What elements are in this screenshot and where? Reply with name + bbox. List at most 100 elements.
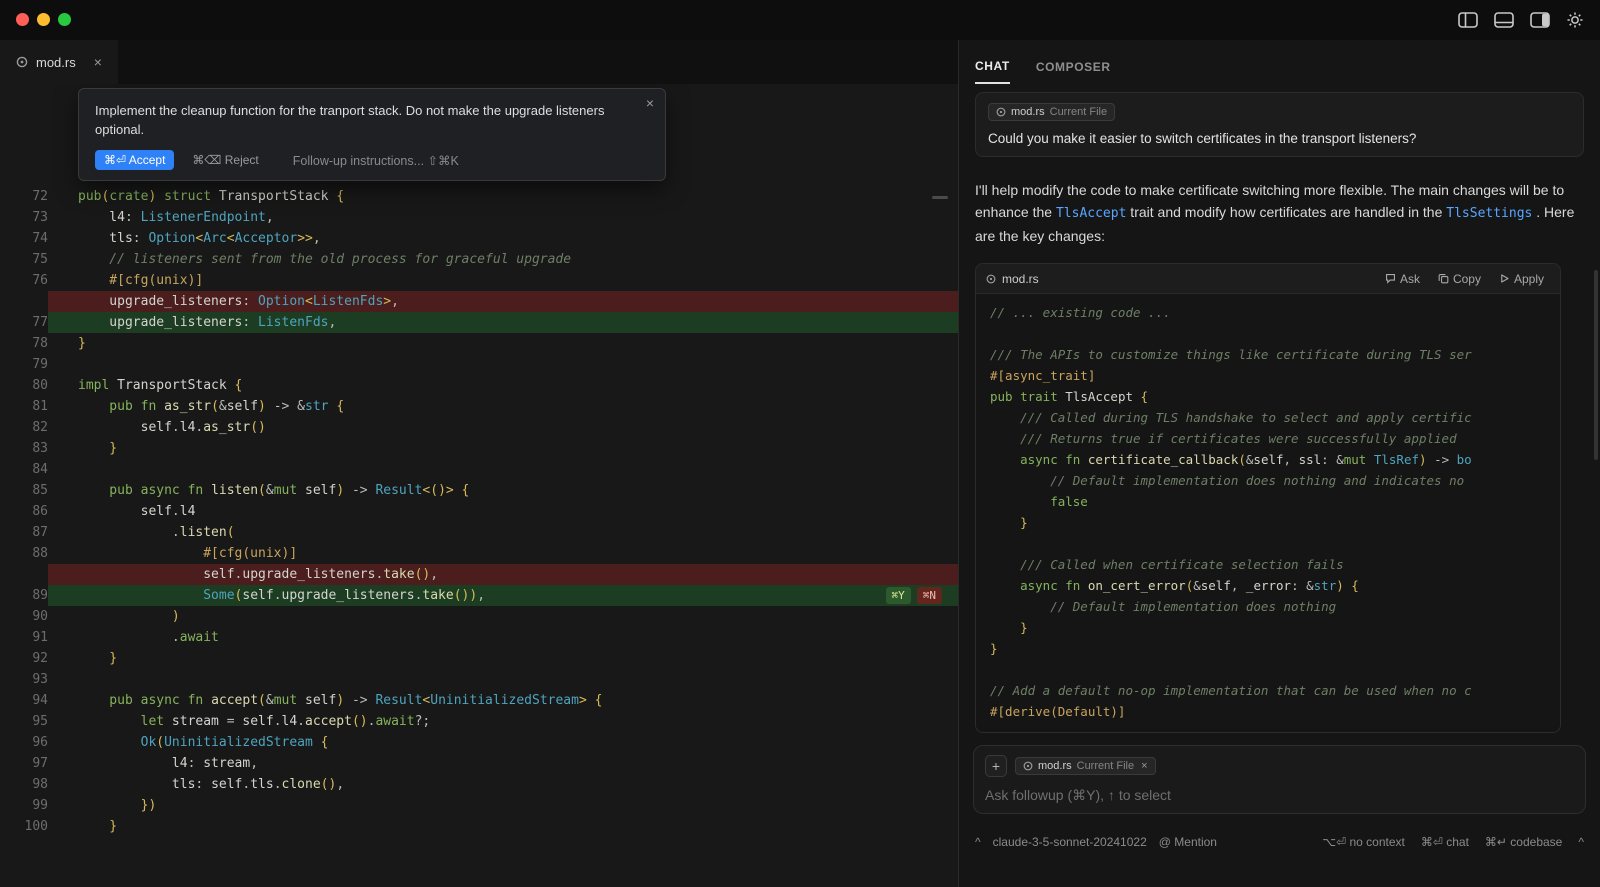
code-line: // Default implementation does nothing a… xyxy=(976,470,1560,491)
apply-icon xyxy=(1499,273,1510,284)
code-line: 74 tls: Option<Arc<Acceptor>>, xyxy=(0,228,958,249)
followup-instructions-button[interactable]: Follow-up instructions... ⇧⌘K xyxy=(293,153,459,168)
codebase-shortcut[interactable]: ⌘↵ codebase xyxy=(1485,835,1562,849)
settings-gear-icon[interactable] xyxy=(1566,11,1584,29)
code-line: 96 Ok(UninitializedStream { xyxy=(0,732,958,753)
code-line: 81 pub fn as_str(&self) -> &str { xyxy=(0,396,958,417)
model-selector-chevron-icon[interactable]: ^ xyxy=(975,835,981,849)
code-line: 82 self.l4.as_str() xyxy=(0,417,958,438)
tab-label: mod.rs xyxy=(36,55,76,70)
code-block-header: mod.rs Ask Copy xyxy=(976,264,1560,294)
code-line: 87 .listen( xyxy=(0,522,958,543)
mention-button[interactable]: @ Mention xyxy=(1159,835,1217,849)
accept-hunk-badge[interactable]: ⌘Y xyxy=(886,587,911,604)
code-line: 72pub(crate) struct TransportStack { xyxy=(0,186,958,207)
code-line: 89 Some(self.upgrade_listeners.take()),⌘… xyxy=(0,585,958,606)
traffic-lights xyxy=(16,13,71,26)
code-line: 83 } xyxy=(0,438,958,459)
toggle-bottom-panel-icon[interactable] xyxy=(1494,12,1514,28)
close-window-button[interactable] xyxy=(16,13,29,26)
line-number: 90 xyxy=(0,606,48,627)
tab-mod-rs[interactable]: mod.rs × xyxy=(0,40,118,84)
tab-chat[interactable]: CHAT xyxy=(975,59,1010,84)
code-line: self.upgrade_listeners.take(), xyxy=(0,564,958,585)
line-number: 86 xyxy=(0,501,48,522)
code-line: 77 upgrade_listeners: ListenFds, xyxy=(0,312,958,333)
code-line: /// Called during TLS handshake to selec… xyxy=(976,407,1560,428)
accept-button[interactable]: ⌘⏎ Accept xyxy=(95,150,174,170)
context-chip[interactable]: mod.rs Current File × xyxy=(1015,757,1156,775)
chat-scrollbar-thumb[interactable] xyxy=(1594,270,1598,460)
code-line: 73 l4: ListenerEndpoint, xyxy=(0,207,958,228)
code-line: } xyxy=(976,638,1560,659)
toggle-right-panel-icon[interactable] xyxy=(1530,12,1550,28)
tab-close-icon[interactable]: × xyxy=(94,54,102,70)
copy-label: Copy xyxy=(1453,272,1481,286)
code-line xyxy=(976,323,1560,344)
collapse-chevron-icon[interactable]: ^ xyxy=(1578,835,1584,849)
chip-tag: Current File xyxy=(1050,106,1107,118)
code-line: #[derive(Default)] xyxy=(976,701,1560,722)
code-line xyxy=(976,659,1560,680)
line-number: 81 xyxy=(0,396,48,417)
user-message-text: Could you make it easier to switch certi… xyxy=(988,131,1571,146)
code-line xyxy=(976,533,1560,554)
context-chip[interactable]: mod.rs Current File xyxy=(988,103,1115,121)
code-line: 76 #[cfg(unix)] xyxy=(0,270,958,291)
popup-close-icon[interactable]: × xyxy=(646,95,654,111)
code-block-body: // ... existing code .../// The APIs to … xyxy=(976,294,1560,732)
code-line: 79 xyxy=(0,354,958,375)
inline-code: TlsAccept xyxy=(1056,206,1126,221)
scrollbar-thumb[interactable] xyxy=(932,196,948,199)
code-line: 80impl TransportStack { xyxy=(0,375,958,396)
code-line: 95 let stream = self.l4.accept().await?; xyxy=(0,711,958,732)
no-context-shortcut[interactable]: ⌥⏎ no context xyxy=(1322,835,1405,849)
minimize-window-button[interactable] xyxy=(37,13,50,26)
line-number: 89 xyxy=(0,585,48,606)
code-line: false xyxy=(976,491,1560,512)
line-number: 73 xyxy=(0,207,48,228)
window-titlebar xyxy=(0,0,1600,40)
rust-file-icon xyxy=(996,107,1006,117)
code-line: #[async_trait] xyxy=(976,365,1560,386)
code-line: 98 tls: self.tls.clone(), xyxy=(0,774,958,795)
code-line: 99 }) xyxy=(0,795,958,816)
popup-actions: ⌘⏎ Accept ⌘⌫ Reject Follow-up instructio… xyxy=(95,150,649,170)
zoom-window-button[interactable] xyxy=(58,13,71,26)
editor-tabstrip: mod.rs × xyxy=(0,40,958,84)
code-line: // ... existing code ... xyxy=(976,302,1560,323)
reject-hunk-badge[interactable]: ⌘N xyxy=(917,587,942,604)
code-line: // Add a default no-op implementation th… xyxy=(976,680,1560,701)
chat-input-box[interactable]: + mod.rs Current File × Ask followup (⌘Y… xyxy=(973,745,1586,814)
copy-button[interactable]: Copy xyxy=(1432,270,1487,288)
chat-code-block: mod.rs Ask Copy xyxy=(975,263,1561,733)
tab-composer[interactable]: COMPOSER xyxy=(1036,60,1111,84)
model-name[interactable]: claude-3-5-sonnet-20241022 xyxy=(993,835,1147,849)
apply-button[interactable]: Apply xyxy=(1493,270,1550,288)
code-line: 97 l4: stream, xyxy=(0,753,958,774)
line-number xyxy=(0,564,48,585)
chat-panel-tabs: CHAT COMPOSER xyxy=(975,40,1584,84)
ask-button[interactable]: Ask xyxy=(1379,270,1426,288)
code-line: 90 ) xyxy=(0,606,958,627)
chat-shortcut[interactable]: ⌘⏎ chat xyxy=(1421,835,1469,849)
code-area[interactable]: × Implement the cleanup function for the… xyxy=(0,84,958,887)
copy-icon xyxy=(1438,273,1449,284)
code-line: 93 xyxy=(0,669,958,690)
line-number: 78 xyxy=(0,333,48,354)
edit-instruction-text[interactable]: Implement the cleanup function for the t… xyxy=(95,101,615,139)
line-number: 72 xyxy=(0,186,48,207)
line-number: 74 xyxy=(0,228,48,249)
remove-context-icon[interactable]: × xyxy=(1141,760,1147,772)
rust-file-icon xyxy=(986,274,996,284)
add-context-button[interactable]: + xyxy=(985,755,1007,777)
reject-button[interactable]: ⌘⌫ Reject xyxy=(192,153,258,167)
line-number: 91 xyxy=(0,627,48,648)
chat-input-field[interactable]: Ask followup (⌘Y), ↑ to select xyxy=(985,787,1574,804)
rust-file-icon xyxy=(16,56,28,68)
line-number: 76 xyxy=(0,270,48,291)
rust-file-icon xyxy=(1023,761,1033,771)
assistant-text-span: trait and modify how certificates are ha… xyxy=(1126,204,1446,220)
line-number: 87 xyxy=(0,522,48,543)
toggle-left-panel-icon[interactable] xyxy=(1458,12,1478,28)
